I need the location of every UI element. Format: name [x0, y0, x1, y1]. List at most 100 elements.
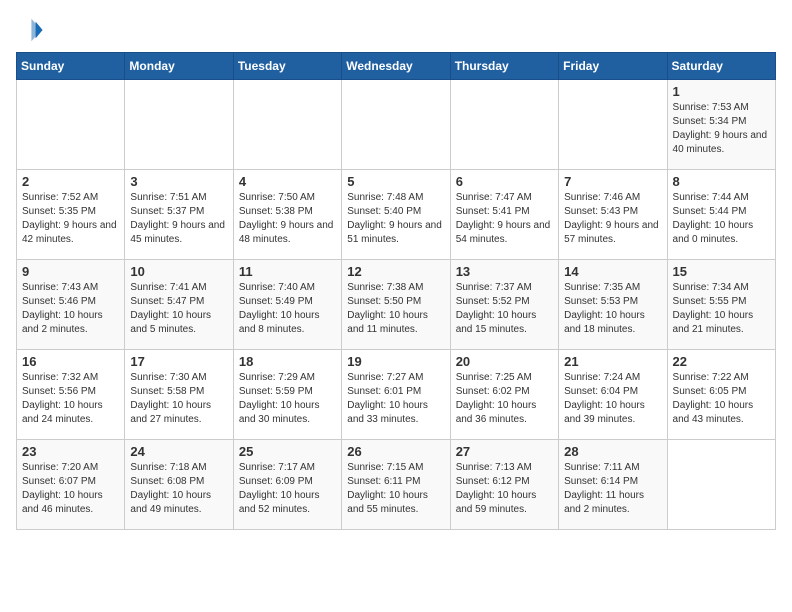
- day-info: Sunrise: 7:32 AM Sunset: 5:56 PM Dayligh…: [22, 371, 119, 427]
- calendar-cell: 12 Sunrise: 7:38 AM Sunset: 5:50 PM Dayli…: [342, 260, 450, 350]
- day-info: Sunrise: 7:35 AM Sunset: 5:53 PM Dayligh…: [564, 281, 661, 337]
- day-info: Sunrise: 7:38 AM Sunset: 5:50 PM Dayligh…: [347, 281, 444, 337]
- logo-icon: [16, 16, 44, 44]
- calendar-cell: 10 Sunrise: 7:41 AM Sunset: 5:47 PM Dayli…: [125, 260, 233, 350]
- day-info: Sunrise: 7:40 AM Sunset: 5:49 PM Dayligh…: [239, 281, 336, 337]
- day-info: Sunrise: 7:47 AM Sunset: 5:41 PM Dayligh…: [456, 191, 553, 247]
- day-number: 19: [347, 354, 444, 369]
- calendar-cell: 17 Sunrise: 7:30 AM Sunset: 5:58 PM Dayli…: [125, 350, 233, 440]
- calendar-cell: 25 Sunrise: 7:17 AM Sunset: 6:09 PM Dayli…: [233, 440, 341, 530]
- calendar-cell: 27 Sunrise: 7:13 AM Sunset: 6:12 PM Dayli…: [450, 440, 558, 530]
- day-info: Sunrise: 7:20 AM Sunset: 6:07 PM Dayligh…: [22, 461, 119, 517]
- calendar-cell: 24 Sunrise: 7:18 AM Sunset: 6:08 PM Dayli…: [125, 440, 233, 530]
- day-info: Sunrise: 7:30 AM Sunset: 5:58 PM Dayligh…: [130, 371, 227, 427]
- calendar-cell: 9 Sunrise: 7:43 AM Sunset: 5:46 PM Daylig…: [17, 260, 125, 350]
- day-number: 2: [22, 174, 119, 189]
- day-number: 12: [347, 264, 444, 279]
- day-number: 16: [22, 354, 119, 369]
- day-info: Sunrise: 7:53 AM Sunset: 5:34 PM Dayligh…: [673, 101, 770, 157]
- day-number: 23: [22, 444, 119, 459]
- calendar-cell: 5Sunrise: 7:48 AM Sunset: 5:40 PM Daylig…: [342, 170, 450, 260]
- col-header-tuesday: Tuesday: [233, 53, 341, 80]
- day-number: 26: [347, 444, 444, 459]
- day-info: Sunrise: 7:52 AM Sunset: 5:35 PM Dayligh…: [22, 191, 119, 247]
- calendar-cell: 26 Sunrise: 7:15 AM Sunset: 6:11 PM Dayli…: [342, 440, 450, 530]
- day-number: 7: [564, 174, 661, 189]
- calendar-cell: 20 Sunrise: 7:25 AM Sunset: 6:02 PM Dayli…: [450, 350, 558, 440]
- calendar-cell: 18 Sunrise: 7:29 AM Sunset: 5:59 PM Dayli…: [233, 350, 341, 440]
- day-number: 8: [673, 174, 770, 189]
- day-number: 27: [456, 444, 553, 459]
- calendar-cell: 23 Sunrise: 7:20 AM Sunset: 6:07 PM Dayli…: [17, 440, 125, 530]
- calendar-cell: [125, 80, 233, 170]
- calendar-cell: 22 Sunrise: 7:22 AM Sunset: 6:05 PM Dayli…: [667, 350, 775, 440]
- page-header: [16, 16, 776, 44]
- calendar-cell: [450, 80, 558, 170]
- col-header-wednesday: Wednesday: [342, 53, 450, 80]
- calendar-cell: 13 Sunrise: 7:37 AM Sunset: 5:52 PM Dayli…: [450, 260, 558, 350]
- calendar-cell: 21 Sunrise: 7:24 AM Sunset: 6:04 PM Dayli…: [559, 350, 667, 440]
- calendar-cell: 7Sunrise: 7:46 AM Sunset: 5:43 PM Daylig…: [559, 170, 667, 260]
- day-info: Sunrise: 7:29 AM Sunset: 5:59 PM Dayligh…: [239, 371, 336, 427]
- day-info: Sunrise: 7:44 AM Sunset: 5:44 PM Dayligh…: [673, 191, 770, 247]
- day-info: Sunrise: 7:17 AM Sunset: 6:09 PM Dayligh…: [239, 461, 336, 517]
- col-header-friday: Friday: [559, 53, 667, 80]
- calendar-cell: [667, 440, 775, 530]
- calendar-cell: 2 Sunrise: 7:52 AM Sunset: 5:35 PM Daylig…: [17, 170, 125, 260]
- day-number: 9: [22, 264, 119, 279]
- day-info: Sunrise: 7:25 AM Sunset: 6:02 PM Dayligh…: [456, 371, 553, 427]
- day-info: Sunrise: 7:11 AM Sunset: 6:14 PM Dayligh…: [564, 461, 661, 517]
- day-info: Sunrise: 7:27 AM Sunset: 6:01 PM Dayligh…: [347, 371, 444, 427]
- day-number: 6: [456, 174, 553, 189]
- calendar-cell: 14 Sunrise: 7:35 AM Sunset: 5:53 PM Dayli…: [559, 260, 667, 350]
- day-info: Sunrise: 7:43 AM Sunset: 5:46 PM Dayligh…: [22, 281, 119, 337]
- day-info: Sunrise: 7:13 AM Sunset: 6:12 PM Dayligh…: [456, 461, 553, 517]
- calendar-cell: 1 Sunrise: 7:53 AM Sunset: 5:34 PM Daylig…: [667, 80, 775, 170]
- day-info: Sunrise: 7:37 AM Sunset: 5:52 PM Dayligh…: [456, 281, 553, 337]
- calendar-cell: 6 Sunrise: 7:47 AM Sunset: 5:41 PM Daylig…: [450, 170, 558, 260]
- day-number: 13: [456, 264, 553, 279]
- day-number: 14: [564, 264, 661, 279]
- calendar-cell: [17, 80, 125, 170]
- calendar-cell: 3 Sunrise: 7:51 AM Sunset: 5:37 PM Daylig…: [125, 170, 233, 260]
- day-number: 4: [239, 174, 336, 189]
- calendar-cell: 8 Sunrise: 7:44 AM Sunset: 5:44 PM Daylig…: [667, 170, 775, 260]
- day-number: 24: [130, 444, 227, 459]
- col-header-saturday: Saturday: [667, 53, 775, 80]
- calendar-cell: 4 Sunrise: 7:50 AM Sunset: 5:38 PM Daylig…: [233, 170, 341, 260]
- day-info: Sunrise: 7:24 AM Sunset: 6:04 PM Dayligh…: [564, 371, 661, 427]
- logo: [16, 16, 48, 44]
- day-info: Sunrise: 7:41 AM Sunset: 5:47 PM Dayligh…: [130, 281, 227, 337]
- day-number: 15: [673, 264, 770, 279]
- calendar-cell: [559, 80, 667, 170]
- calendar-cell: 19 Sunrise: 7:27 AM Sunset: 6:01 PM Dayli…: [342, 350, 450, 440]
- day-number: 22: [673, 354, 770, 369]
- day-number: 25: [239, 444, 336, 459]
- day-info: Sunrise: 7:34 AM Sunset: 5:55 PM Dayligh…: [673, 281, 770, 337]
- calendar-cell: 16 Sunrise: 7:32 AM Sunset: 5:56 PM Dayli…: [17, 350, 125, 440]
- day-number: 20: [456, 354, 553, 369]
- day-info: Sunrise: 7:15 AM Sunset: 6:11 PM Dayligh…: [347, 461, 444, 517]
- day-number: 10: [130, 264, 227, 279]
- day-number: 1: [673, 84, 770, 99]
- calendar-cell: 28 Sunrise: 7:11 AM Sunset: 6:14 PM Dayli…: [559, 440, 667, 530]
- col-header-sunday: Sunday: [17, 53, 125, 80]
- day-info: Sunrise: 7:22 AM Sunset: 6:05 PM Dayligh…: [673, 371, 770, 427]
- calendar-table: SundayMondayTuesdayWednesdayThursdayFrid…: [16, 52, 776, 530]
- col-header-thursday: Thursday: [450, 53, 558, 80]
- day-number: 18: [239, 354, 336, 369]
- day-info: Sunrise: 7:51 AM Sunset: 5:37 PM Dayligh…: [130, 191, 227, 247]
- col-header-monday: Monday: [125, 53, 233, 80]
- day-number: 5: [347, 174, 444, 189]
- day-number: 17: [130, 354, 227, 369]
- calendar-cell: 11 Sunrise: 7:40 AM Sunset: 5:49 PM Dayli…: [233, 260, 341, 350]
- day-number: 28: [564, 444, 661, 459]
- day-info: Sunrise: 7:18 AM Sunset: 6:08 PM Dayligh…: [130, 461, 227, 517]
- calendar-cell: 15 Sunrise: 7:34 AM Sunset: 5:55 PM Dayli…: [667, 260, 775, 350]
- day-number: 3: [130, 174, 227, 189]
- calendar-cell: [342, 80, 450, 170]
- calendar-cell: [233, 80, 341, 170]
- day-number: 21: [564, 354, 661, 369]
- day-info: Sunrise: 7:50 AM Sunset: 5:38 PM Dayligh…: [239, 191, 336, 247]
- day-number: 11: [239, 264, 336, 279]
